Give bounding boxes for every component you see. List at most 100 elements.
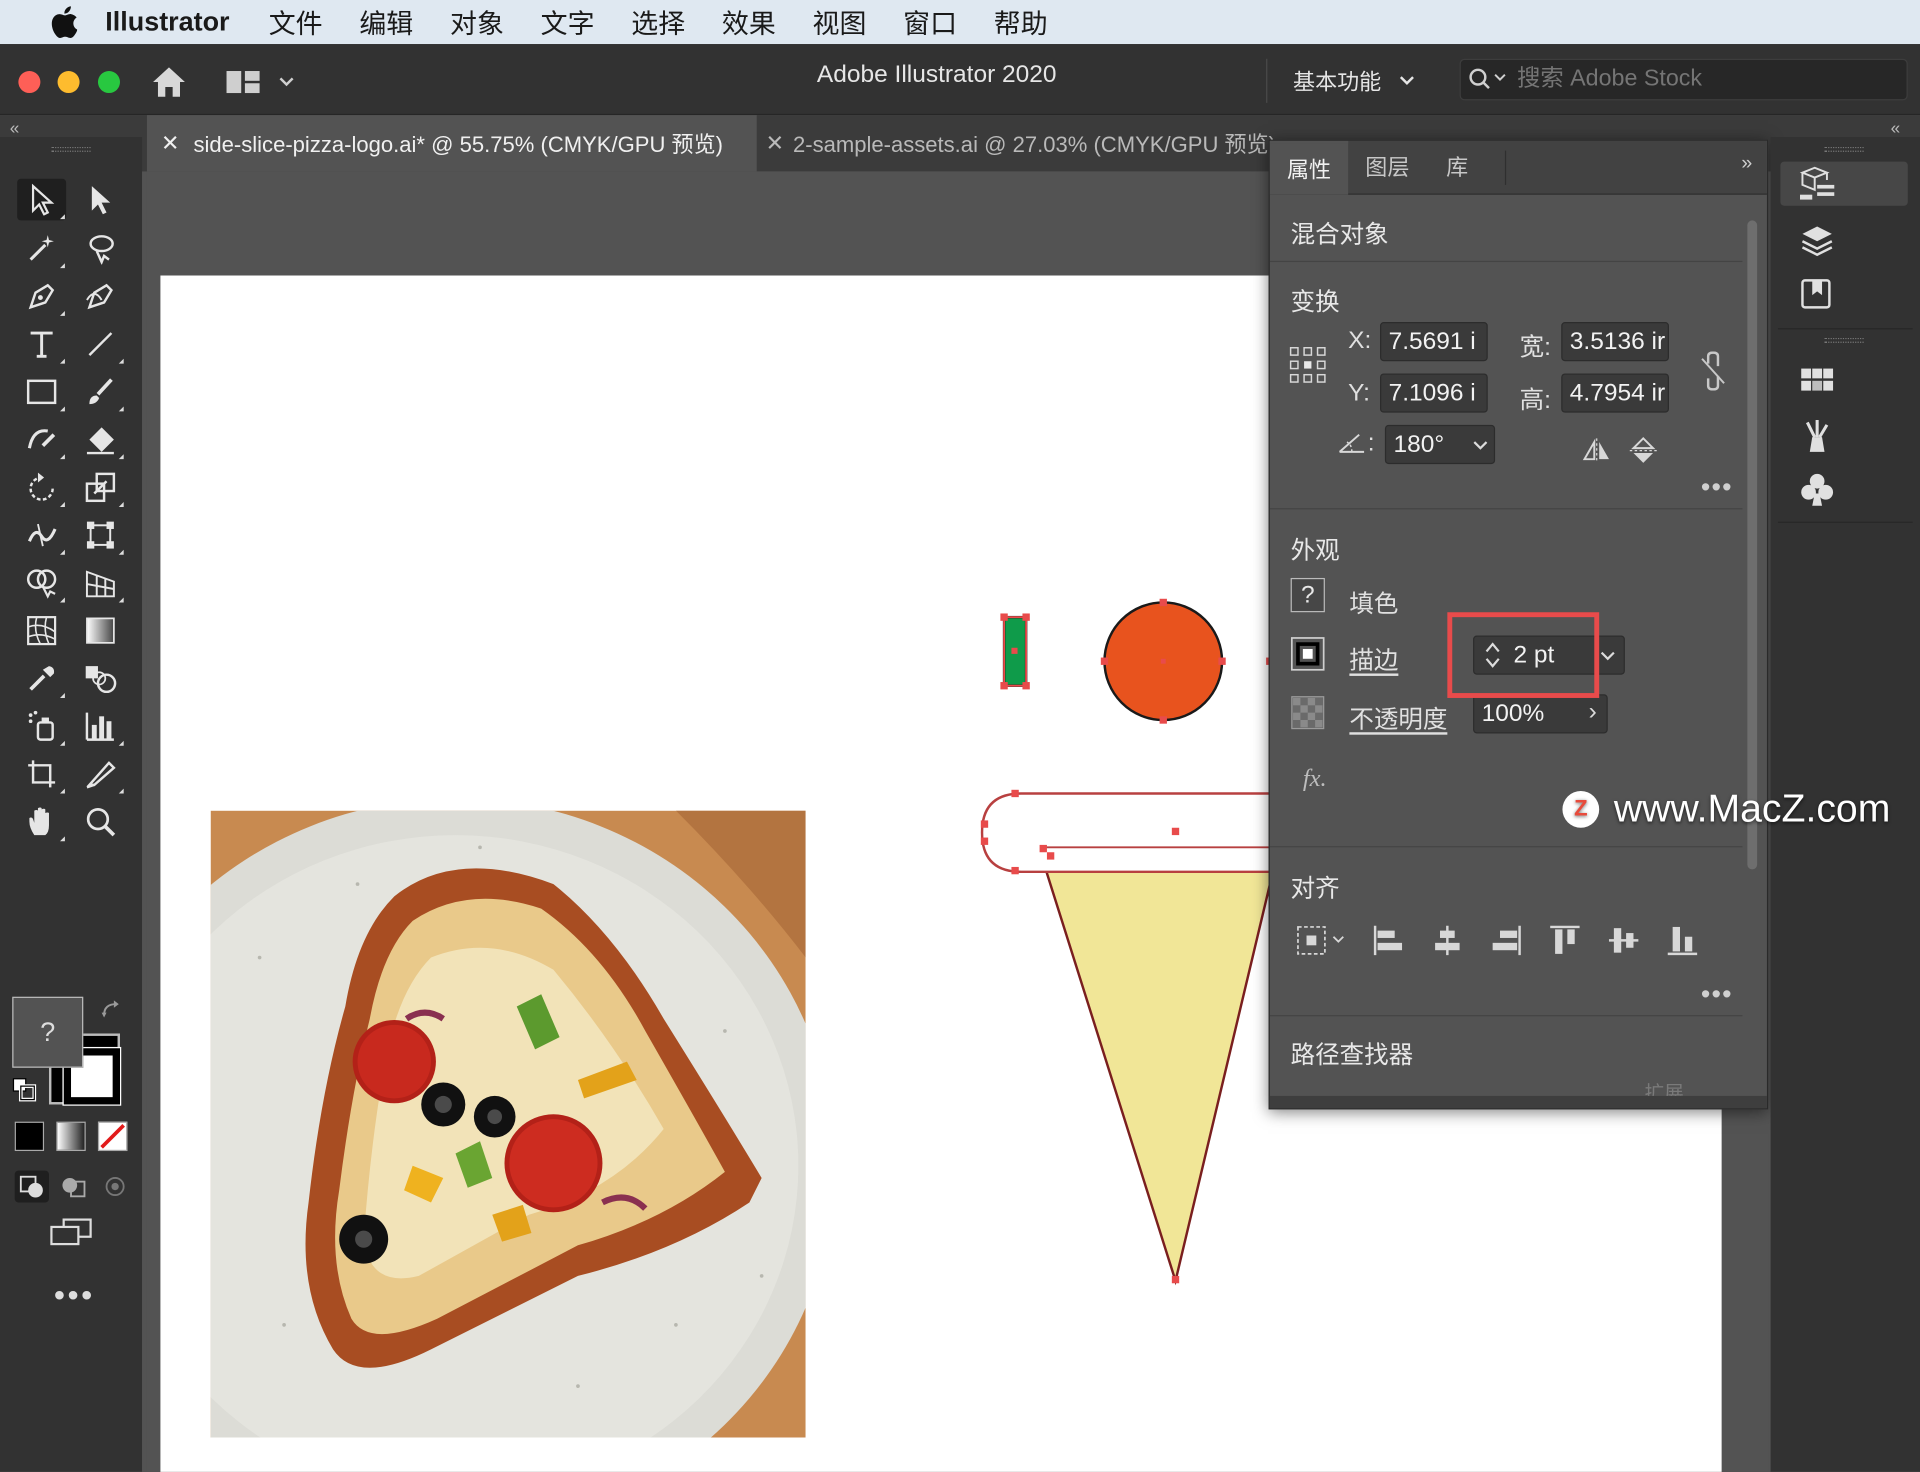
- width-tool-icon[interactable]: [17, 514, 66, 556]
- close-tab-icon[interactable]: ✕: [757, 130, 793, 156]
- rectangle-tool-icon[interactable]: [17, 371, 66, 413]
- direct-selection-tool-icon[interactable]: [76, 179, 125, 221]
- collapse-left-icon[interactable]: «: [10, 118, 20, 138]
- menu-window[interactable]: 窗口: [903, 2, 957, 41]
- rounded-crust-bar[interactable]: [980, 792, 1286, 874]
- menu-view[interactable]: 视图: [813, 2, 867, 41]
- fx-effects-button[interactable]: fx.: [1303, 765, 1327, 793]
- chevron-down-icon[interactable]: [1599, 649, 1616, 664]
- slice-tool-icon[interactable]: [76, 753, 125, 795]
- tab-side-slice-pizza-logo[interactable]: ✕ side-slice-pizza-logo.ai* @ 55.75% (CM…: [146, 115, 757, 172]
- menu-help[interactable]: 帮助: [994, 2, 1048, 41]
- gradient-tool-icon[interactable]: [76, 610, 125, 652]
- pizza-logo-artwork[interactable]: [967, 588, 1286, 1298]
- opacity-label[interactable]: 不透明度: [1349, 699, 1447, 735]
- reference-point-icon[interactable]: [1287, 344, 1329, 386]
- menu-edit[interactable]: 编辑: [359, 2, 413, 41]
- mesh-tool-icon[interactable]: [17, 610, 66, 652]
- hand-tool-icon[interactable]: [17, 801, 66, 843]
- artboard-tool-icon[interactable]: [17, 753, 66, 795]
- menu-effect[interactable]: 效果: [722, 2, 776, 41]
- home-icon[interactable]: [147, 61, 191, 103]
- close-tab-icon[interactable]: ✕: [147, 130, 194, 156]
- zoom-tool-icon[interactable]: [76, 801, 125, 843]
- fill-swatch[interactable]: ?: [1290, 577, 1325, 613]
- apple-icon[interactable]: [39, 6, 88, 38]
- menu-app-name[interactable]: Illustrator: [105, 6, 229, 38]
- panel-scrollbar[interactable]: [1744, 196, 1761, 1078]
- eraser-tool-icon[interactable]: [76, 419, 125, 461]
- flip-vertical-icon[interactable]: [1625, 435, 1662, 467]
- menu-file[interactable]: 文件: [269, 2, 323, 41]
- align-top-icon[interactable]: [1547, 922, 1584, 959]
- edit-toolbar-more-icon[interactable]: •••: [54, 1276, 95, 1314]
- yellow-cone[interactable]: [1044, 868, 1276, 1286]
- y-position-field[interactable]: 7.1096 i: [1380, 373, 1488, 413]
- fill-color-swatch[interactable]: ?: [12, 996, 84, 1068]
- paintbrush-tool-icon[interactable]: [76, 371, 125, 413]
- brushes-panel-icon[interactable]: [1780, 414, 1907, 458]
- flip-horizontal-icon[interactable]: [1578, 435, 1615, 467]
- chevron-down-icon[interactable]: [1472, 438, 1489, 453]
- fill-label[interactable]: 填色: [1349, 584, 1398, 620]
- swap-fill-stroke-icon[interactable]: [100, 999, 122, 1025]
- line-segment-tool-icon[interactable]: [76, 323, 125, 365]
- draw-normal-icon[interactable]: [14, 1170, 49, 1203]
- scrollbar-thumb[interactable]: [1747, 220, 1758, 870]
- panel-grip[interactable]: [51, 146, 91, 152]
- chevron-right-icon[interactable]: ›: [1589, 698, 1597, 726]
- type-tool-icon[interactable]: [17, 323, 66, 365]
- column-graph-tool-icon[interactable]: [76, 705, 125, 747]
- eyedropper-tool-icon[interactable]: [17, 658, 66, 700]
- tab-libraries[interactable]: 库: [1427, 141, 1488, 195]
- magic-wand-tool-icon[interactable]: [17, 228, 66, 270]
- opacity-field[interactable]: 100% ›: [1473, 694, 1608, 734]
- align-vertical-center-icon[interactable]: [1605, 922, 1642, 959]
- height-field[interactable]: 4.7954 ir: [1561, 373, 1669, 413]
- menu-object[interactable]: 对象: [450, 2, 504, 41]
- shape-builder-tool-icon[interactable]: [17, 562, 66, 604]
- tab-layers[interactable]: 图层: [1348, 141, 1426, 195]
- free-transform-tool-icon[interactable]: [76, 514, 125, 556]
- minimize-window-button[interactable]: [57, 71, 80, 94]
- align-bottom-icon[interactable]: [1664, 922, 1701, 959]
- perspective-grid-tool-icon[interactable]: [76, 562, 125, 604]
- dock-grip[interactable]: [1824, 146, 1864, 152]
- workspace-switcher[interactable]: 基本功能: [1293, 61, 1415, 100]
- scale-tool-icon[interactable]: [76, 467, 125, 509]
- stroke-swatch-icon[interactable]: [1290, 637, 1325, 671]
- none-button[interactable]: [97, 1121, 128, 1152]
- layers-panel-icon[interactable]: [1780, 218, 1907, 262]
- symbols-panel-icon[interactable]: [1780, 468, 1907, 512]
- rotation-angle-field[interactable]: 180°: [1384, 424, 1496, 465]
- symbol-sprayer-tool-icon[interactable]: [17, 705, 66, 747]
- stroke-label[interactable]: 描边: [1349, 640, 1398, 676]
- shaper-tool-icon[interactable]: [17, 419, 66, 461]
- lasso-tool-icon[interactable]: [76, 228, 125, 270]
- pen-tool-icon[interactable]: [17, 276, 66, 318]
- gradient-button[interactable]: [56, 1121, 86, 1152]
- align-right-icon[interactable]: [1488, 922, 1525, 959]
- panel-bottom-grip[interactable]: [1269, 1095, 1767, 1109]
- opacity-checker-icon[interactable]: [1291, 696, 1325, 730]
- x-position-field[interactable]: 7.5691 i: [1380, 322, 1488, 362]
- pizza-photo[interactable]: [210, 810, 806, 1438]
- arrange-documents-button[interactable]: [225, 61, 303, 103]
- tab-2-sample-assets[interactable]: ✕ 2-sample-assets.ai @ 27.03% (CMYK/GPU …: [757, 115, 1276, 171]
- swatches-panel-icon[interactable]: [1780, 358, 1907, 402]
- align-to-selection-icon[interactable]: [1294, 922, 1348, 959]
- transform-more-options-icon[interactable]: •••: [1701, 471, 1733, 503]
- selection-tool-icon[interactable]: [17, 178, 67, 221]
- zoom-window-button[interactable]: [97, 71, 121, 94]
- align-more-options-icon[interactable]: •••: [1701, 978, 1733, 1010]
- draw-inside-icon[interactable]: [98, 1171, 132, 1203]
- change-screen-mode-icon[interactable]: [49, 1217, 96, 1255]
- draw-behind-icon[interactable]: [56, 1171, 90, 1203]
- constrain-proportions-icon[interactable]: [1696, 349, 1730, 393]
- dock-grip[interactable]: [1824, 337, 1864, 343]
- collapse-right-icon[interactable]: «: [1891, 118, 1901, 138]
- stock-search-input[interactable]: [1517, 66, 1885, 94]
- default-fill-stroke-icon[interactable]: [12, 1078, 37, 1109]
- libraries-panel-icon[interactable]: [1780, 272, 1907, 316]
- tab-properties[interactable]: 属性: [1269, 140, 1349, 195]
